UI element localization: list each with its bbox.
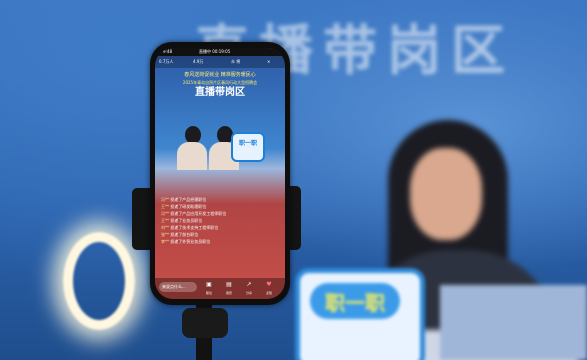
smartphone: 9:48 直播中 00:19:05 0.7万人 4.9万 众 将 ✕ 春风送岗促…	[150, 42, 290, 305]
action-label: 点赞	[265, 291, 272, 295]
like-count: 4.9万	[193, 59, 204, 64]
banner-title: 直播带岗区	[195, 87, 245, 98]
comment-item: 冯** 投递了产品经理职位	[161, 197, 207, 202]
comment-feed: 冯** 投递了产品经理职位 王** 投递了研发助理职位 冯** 投递了产品应用开…	[161, 196, 281, 245]
desk	[440, 285, 587, 360]
desk-sign-text: 职一职	[325, 291, 385, 315]
live-timer: 直播中 00:19:05	[199, 49, 231, 54]
comment-item: 冯** 投递了产品应用开发工程师职位	[161, 211, 227, 216]
live-bottom-bar: 来说点什么... ▣ 职位 ▤ 简历 ↗ 分享 ♥ 点赞	[155, 278, 285, 299]
host-left	[177, 126, 207, 170]
action-label: 职位	[205, 291, 212, 295]
action-label: 分享	[245, 291, 252, 295]
comment-item: 刘** 投递了技术支持工程师职位	[161, 225, 219, 230]
share-icon[interactable]: ↗	[243, 281, 255, 289]
banner-slogan: 春风送岗促就业 精准服务暖民心	[184, 72, 256, 78]
comment-item: 王** 投递了业务员职位	[161, 218, 203, 223]
close-icon[interactable]: ✕	[267, 56, 270, 68]
viewer-count: 0.7万人	[159, 59, 174, 64]
action-label: 简历	[225, 291, 232, 295]
live-banner: 春风送岗促就业 精准服务暖民心 2025年青岛自贸片区春风行动大型招聘会 直播带…	[159, 72, 281, 100]
desk-sign: 职一职	[295, 268, 425, 360]
comment-item: 张** 投递了前台职位	[161, 232, 199, 237]
briefcase-icon[interactable]: ▣	[203, 281, 215, 289]
comment-input[interactable]: 来说点什么...	[159, 282, 197, 292]
ring-light	[63, 232, 135, 330]
live-card: 职一职	[231, 132, 265, 162]
phone-screen: 9:48 直播中 00:19:05 0.7万人 4.9万 众 将 ✕ 春风送岗促…	[155, 48, 285, 299]
photo-scene: 直播带岗区 职一职 9:48 直播中 00:19:05 0.7万人 4.9万 众…	[0, 0, 587, 360]
mode-toggle[interactable]: 众 将	[231, 56, 240, 68]
resume-icon[interactable]: ▤	[223, 281, 235, 289]
heart-icon[interactable]: ♥	[263, 281, 275, 289]
live-card-text: 职一职	[238, 140, 257, 147]
banner-event: 2025年青岛自贸片区春风行动大型招聘会	[182, 80, 258, 85]
comment-item: 王** 投递了研发助理职位	[161, 204, 207, 209]
comment-item: 李** 投递了外贸业务员职位	[161, 239, 211, 244]
status-bar: 9:48 直播中 00:19:05	[155, 48, 285, 56]
status-time: 9:48	[163, 49, 172, 54]
live-top-bar: 0.7万人 4.9万 众 将 ✕	[155, 56, 285, 68]
tripod-mount	[182, 308, 228, 338]
